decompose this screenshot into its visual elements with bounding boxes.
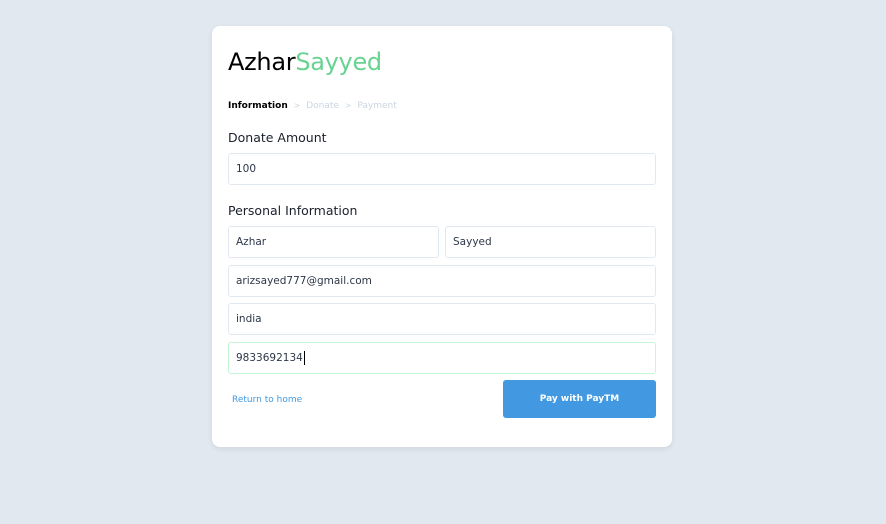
donate-amount-label: Donate Amount xyxy=(228,130,327,145)
text-caret xyxy=(303,351,305,365)
last-name-input[interactable]: Sayyed xyxy=(445,226,656,258)
first-name-value: Azhar xyxy=(236,236,267,248)
breadcrumb-step-donate: Donate xyxy=(306,101,339,111)
breadcrumb: Information > Donate > Payment xyxy=(228,100,397,112)
return-to-home-link[interactable]: Return to home xyxy=(232,394,302,406)
brand-logo: AzharSayyed xyxy=(228,46,382,78)
breadcrumb-separator-icon: > xyxy=(293,101,301,110)
donate-amount-value: 100 xyxy=(236,163,257,175)
pay-with-paytm-button[interactable]: Pay with PayTM xyxy=(503,380,656,418)
phone-value: 9833692134 xyxy=(236,352,303,364)
last-name-value: Sayyed xyxy=(453,236,492,248)
country-input[interactable]: india xyxy=(228,303,656,335)
first-name-input[interactable]: Azhar xyxy=(228,226,439,258)
country-value: india xyxy=(236,313,262,325)
breadcrumb-step-payment: Payment xyxy=(357,101,397,111)
brand-first-name: Azhar xyxy=(228,48,296,76)
email-input[interactable]: arizsayed777@gmail.com xyxy=(228,265,656,297)
personal-information-label: Personal Information xyxy=(228,203,358,218)
email-value: arizsayed777@gmail.com xyxy=(236,275,372,287)
donation-form-card: AzharSayyed Information > Donate > Payme… xyxy=(212,26,672,447)
phone-input[interactable]: 9833692134 xyxy=(228,342,656,374)
breadcrumb-separator-icon: > xyxy=(344,101,352,110)
breadcrumb-step-information: Information xyxy=(228,101,288,111)
brand-second-name: Sayyed xyxy=(295,48,382,76)
donate-amount-input[interactable]: 100 xyxy=(228,153,656,185)
